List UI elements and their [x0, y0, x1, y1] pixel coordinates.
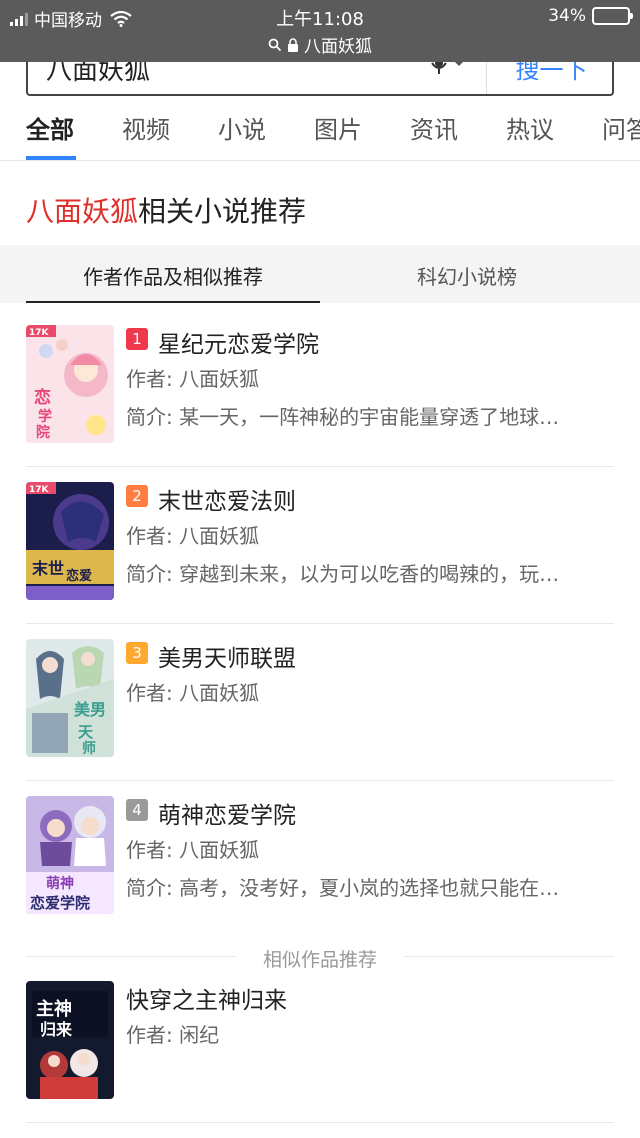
- svg-text:学: 学: [38, 408, 52, 425]
- section-title-keyword: 八面妖狐: [26, 195, 139, 228]
- battery-icon: [592, 7, 633, 25]
- svg-text:末世: 末世: [32, 559, 64, 578]
- book-author: 作者: 八面妖狐: [126, 524, 260, 548]
- svg-text:归来: 归来: [40, 1020, 73, 1039]
- svg-text:恋爱: 恋爱: [66, 568, 92, 584]
- book-author: 作者: 八面妖狐: [126, 838, 260, 862]
- svg-text:恋: 恋: [34, 387, 51, 408]
- book-author: 作者: 八面妖狐: [126, 681, 260, 705]
- similar-works-text: 相似作品推荐: [262, 949, 377, 971]
- url-text: 八面妖狐: [304, 37, 372, 57]
- tab-qa[interactable]: 问答: [602, 110, 640, 160]
- svg-text:主神: 主神: [36, 998, 72, 1020]
- book-intro: 简介: 某一天，一阵神秘的宇宙能量穿透了地球…: [126, 405, 560, 429]
- book-cover[interactable]: 17K 恋 学 院: [26, 325, 114, 443]
- book-author: 作者: 八面妖狐: [126, 367, 260, 391]
- book-item[interactable]: 17K 恋 学 院 1 星纪元恋爱学院 作者: 八面妖狐 简介: 某一天，一阵神…: [26, 325, 614, 445]
- book-title[interactable]: 快穿之主神归来: [126, 981, 287, 1015]
- book-item[interactable]: 萌神 恋爱学院 4 萌神恋爱学院 作者: 八面妖狐 简介: 高考，没考好，夏小岚…: [26, 796, 614, 916]
- divider: [26, 780, 614, 781]
- book-item[interactable]: 17K 末世 恋爱 2 末世恋爱法则 作者: 八面妖狐 简介: 穿越到未来，以为…: [26, 482, 614, 602]
- status-right: 34%: [548, 6, 633, 26]
- svg-text:天: 天: [78, 723, 94, 741]
- book-cover[interactable]: 美男 天 师: [26, 639, 114, 757]
- book-title[interactable]: 末世恋爱法则: [158, 482, 296, 516]
- tab-scifi-ranking[interactable]: 科幻小说榜: [320, 261, 614, 290]
- divider: [26, 623, 614, 624]
- category-tabs: 全部 视频 小说 图片 资讯 热议 问答: [26, 110, 640, 160]
- book-title[interactable]: 美男天师联盟: [158, 639, 296, 673]
- section-title-suffix: 相关小说推荐: [138, 195, 307, 228]
- divider: [26, 466, 614, 467]
- rank-badge: 2: [126, 485, 148, 507]
- similar-book-item[interactable]: 主神 归来 快穿之主神归来 作者: 闲纪: [26, 981, 614, 1101]
- book-cover[interactable]: 17K 末世 恋爱: [26, 482, 114, 600]
- svg-text:师: 师: [82, 740, 96, 757]
- tab-discussion[interactable]: 热议: [506, 110, 602, 160]
- rank-badge: 1: [126, 328, 148, 350]
- tab-author-works[interactable]: 作者作品及相似推荐: [26, 261, 320, 290]
- book-item[interactable]: 美男 天 师 3 美男天师联盟 作者: 八面妖狐: [26, 639, 614, 759]
- section-title: 八面妖狐相关小说推荐: [26, 190, 306, 230]
- tab-novel[interactable]: 小说: [218, 110, 314, 160]
- book-cover[interactable]: 萌神 恋爱学院: [26, 796, 114, 914]
- book-title[interactable]: 萌神恋爱学院: [158, 796, 296, 830]
- svg-text:院: 院: [36, 424, 50, 441]
- status-bar: 中国移动 上午11:08 八面妖狐 34%: [0, 0, 640, 62]
- tab-video[interactable]: 视频: [122, 110, 218, 160]
- url-bar[interactable]: 八面妖狐: [0, 32, 640, 57]
- divider: [0, 160, 640, 161]
- book-cover[interactable]: 主神 归来: [26, 981, 114, 1099]
- book-title[interactable]: 星纪元恋爱学院: [158, 325, 319, 359]
- lock-icon: [288, 37, 298, 52]
- sub-tab-indicator: [26, 301, 320, 303]
- book-author: 作者: 闲纪: [126, 1023, 220, 1047]
- clock: 上午11:08: [276, 9, 364, 30]
- svg-text:17K: 17K: [29, 485, 50, 495]
- search-icon: [268, 38, 282, 51]
- tab-news[interactable]: 资讯: [410, 110, 506, 160]
- book-intro: 简介: 穿越到未来，以为可以吃香的喝辣的，玩…: [126, 562, 560, 586]
- svg-text:恋爱学院: 恋爱学院: [30, 894, 90, 912]
- tab-images[interactable]: 图片: [314, 110, 410, 160]
- tab-all[interactable]: 全部: [26, 110, 122, 160]
- book-intro: 简介: 高考，没考好，夏小岚的选择也就只能在…: [126, 876, 560, 900]
- similar-works-label: 相似作品推荐: [26, 945, 614, 971]
- rank-badge: 3: [126, 642, 148, 664]
- svg-text:17K: 17K: [29, 328, 50, 338]
- battery-percent: 34%: [548, 6, 586, 26]
- svg-text:萌神: 萌神: [46, 875, 74, 892]
- rank-badge: 4: [126, 799, 148, 821]
- divider: [26, 1122, 614, 1123]
- sub-tabs: 作者作品及相似推荐 科幻小说榜: [0, 245, 640, 303]
- svg-text:美男: 美男: [74, 700, 106, 719]
